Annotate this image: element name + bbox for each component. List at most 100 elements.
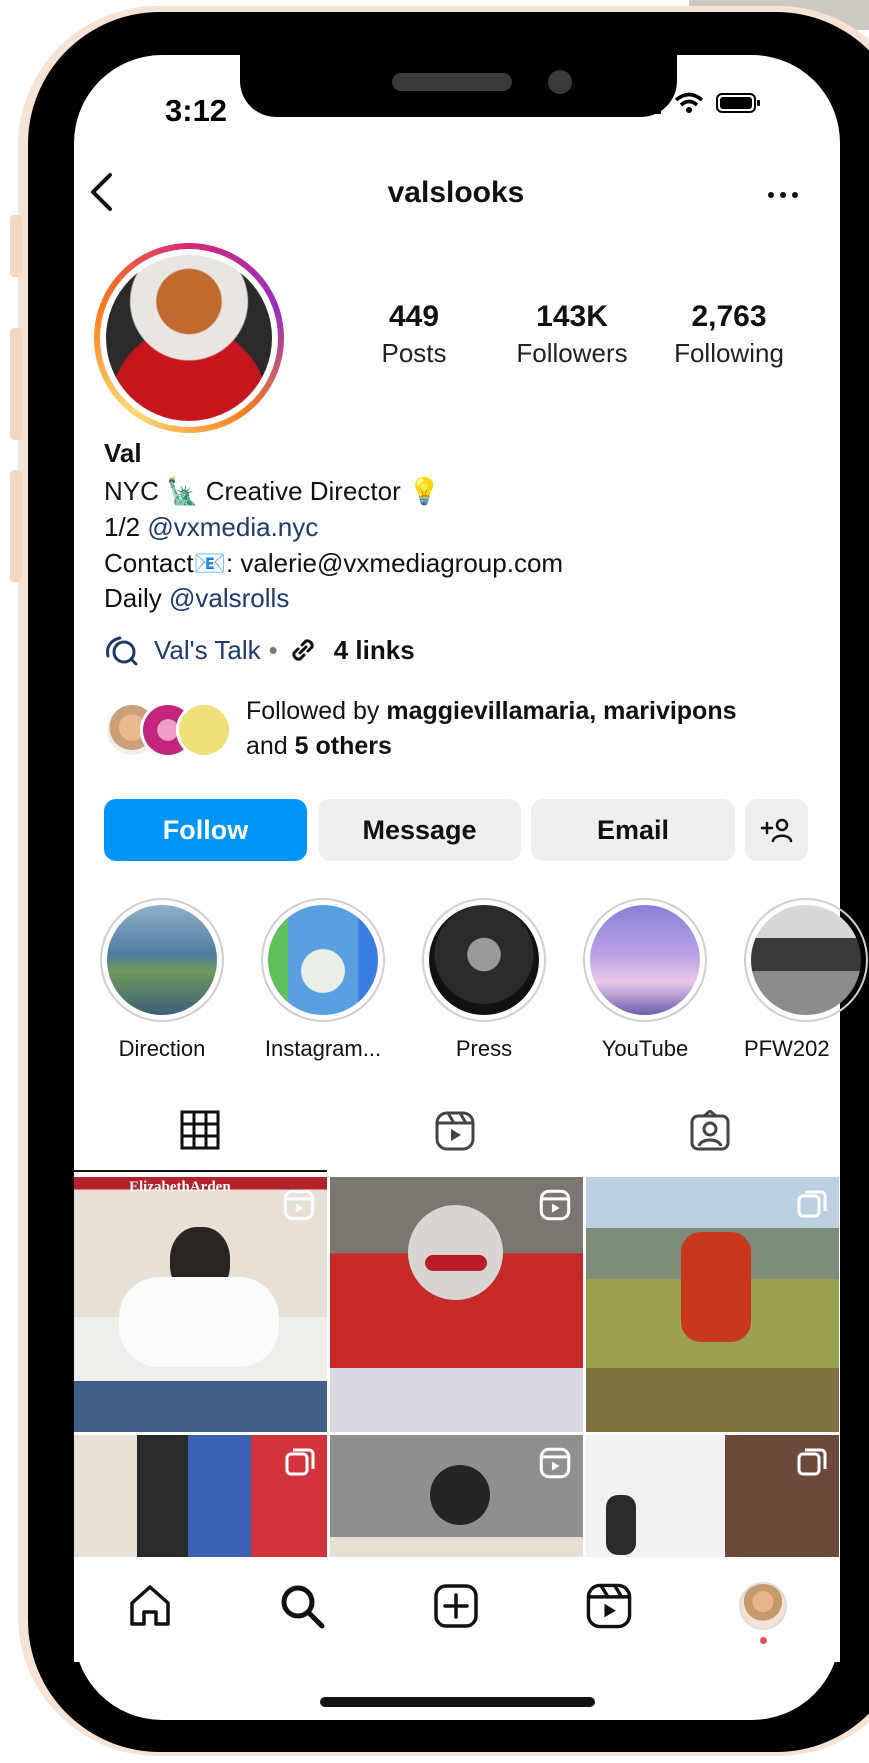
highlight-label: Press [455,1036,513,1061]
post-thumbnail[interactable] [586,1435,839,1557]
threads-link[interactable]: Val's Talk [154,635,261,666]
status-time: 3:12 [165,93,228,128]
message-button[interactable]: Message [318,799,521,861]
followers-count: 143K [536,300,608,333]
bio-text: 1/2 [104,512,148,542]
followers-stat[interactable]: 143K Followers [497,300,647,369]
profile-avatar-story-ring[interactable] [94,243,284,433]
bio-line: Daily @valsrolls [104,583,289,614]
more-icon-dot [780,192,786,198]
email-button[interactable]: Email [531,799,735,861]
reels-icon [283,1189,315,1221]
post-subject [425,1255,487,1271]
volume-down-button [10,470,22,582]
post-thumbnail[interactable] [586,1177,839,1432]
mutual-avatar [176,702,232,758]
following-label: Following [674,338,784,368]
link-separator: • [268,634,278,665]
highlight-label: Direction [118,1036,206,1061]
highlight-cover [429,905,539,1015]
carousel-icon [285,1448,315,1476]
highlight-cover [751,905,861,1015]
highlight-youtube[interactable]: YouTube [583,898,707,1062]
followed-by-row[interactable]: Followed by maggievillamaria, marivipons… [104,696,737,764]
followed-by-names: maggievillamaria, marivipons [386,697,737,725]
highlight-cover [590,905,700,1015]
post-thumbnail[interactable] [330,1435,583,1557]
followed-by-text: Followed by maggievillamaria, marivipons… [246,694,737,764]
threads-icon [106,636,138,666]
search-icon [281,1585,325,1629]
bio-line: Contact📧: valerie@vxmediagroup.com [104,548,564,578]
highlight-cover [268,905,378,1015]
posts-grid: ElizabethArden [74,1177,840,1557]
active-tab-indicator [74,1170,327,1172]
home-indicator [320,1697,595,1707]
highlight-label: YouTube [601,1036,689,1061]
bio-line: 1/2 @vxmedia.nyc [104,512,318,543]
volume-up-button [10,328,22,440]
reel-badge [283,1189,315,1226]
tab-posts-grid[interactable] [180,1110,220,1155]
nav-home[interactable] [126,1582,174,1635]
post-thumbnail[interactable] [330,1177,583,1432]
tagged-icon [690,1109,730,1151]
following-stat[interactable]: 2,763 Following [654,300,804,369]
tab-tagged[interactable] [689,1109,731,1157]
posts-label: Posts [381,338,447,368]
chevron-left-icon [91,173,112,211]
highlight-direction[interactable]: Direction [100,898,224,1062]
front-camera [548,70,572,94]
highlight-label: PFW202 [744,1036,830,1061]
carousel-badge [797,1447,827,1482]
posts-stat[interactable]: 449 Posts [339,300,489,369]
more-icon-dot [792,192,798,198]
highlight-ring [422,898,546,1022]
reels-icon [435,1111,475,1151]
carousel-badge [285,1447,315,1482]
highlight-instagram[interactable]: Instagram... [261,898,385,1062]
nav-reels[interactable] [585,1582,633,1635]
highlight-ring [744,898,868,1022]
carousel-badge [797,1189,827,1224]
post-overlay-text: ElizabethArden [129,1179,231,1195]
nav-search[interactable] [278,1582,326,1635]
mention-link[interactable]: @valsrolls [169,583,289,613]
post-subject [119,1277,279,1367]
mutual-avatars [104,696,234,758]
reel-badge [539,1447,571,1484]
follow-button[interactable]: Follow [104,799,307,861]
highlight-press[interactable]: Press [422,898,546,1062]
followed-by-prefix: Followed by [246,697,387,725]
highlight-pfw[interactable]: PFW202 [744,898,868,1062]
followed-by-and: and [246,732,295,760]
nav-profile-avatar[interactable] [739,1582,787,1630]
links-button[interactable]: 4 links [334,635,415,666]
battery-icon [716,93,760,113]
following-count: 2,763 [691,300,767,333]
avatar-frame [100,249,278,427]
more-options-button[interactable] [768,192,798,198]
mention-link[interactable]: @vxmedia.nyc [147,512,318,542]
reels-icon [539,1189,571,1221]
post-subject [681,1232,751,1342]
highlight-ring [583,898,707,1022]
post-thumbnail[interactable] [74,1435,327,1557]
carousel-icon [797,1190,827,1218]
post-subject [606,1495,636,1555]
grid-icon [180,1110,220,1150]
mute-switch [10,215,22,277]
post-thumbnail[interactable]: ElizabethArden [74,1177,327,1432]
tab-reels[interactable] [434,1110,476,1157]
display-name: Val [104,438,142,468]
link-icon [292,639,314,661]
highlight-ring [100,898,224,1022]
profile-username: valslooks [387,176,525,209]
back-button[interactable] [88,172,114,217]
nav-create[interactable] [432,1582,480,1635]
suggested-users-button[interactable] [745,799,808,861]
highlight-ring [261,898,385,1022]
followed-by-others: 5 others [294,732,392,760]
posts-count: 449 [388,300,440,333]
add-user-icon [760,818,792,843]
